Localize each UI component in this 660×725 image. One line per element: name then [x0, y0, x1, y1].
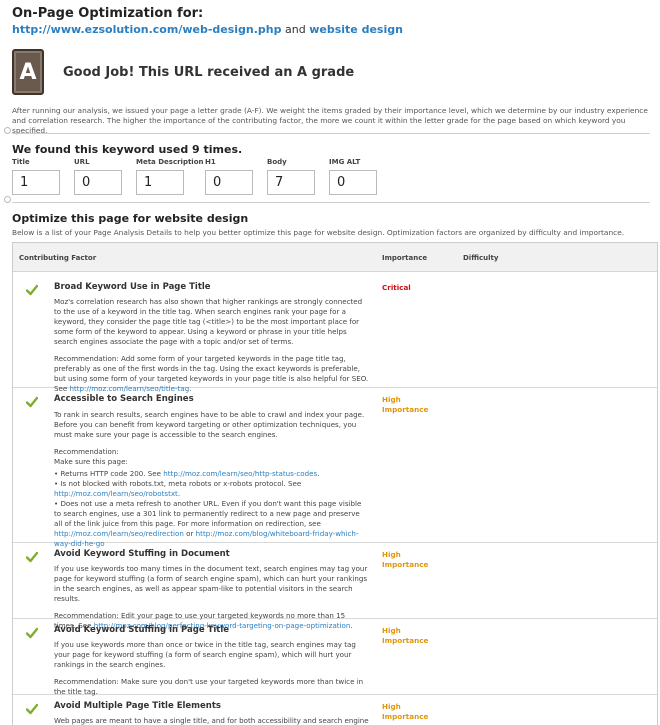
metric-h1: H1 0: [205, 158, 253, 195]
factor-explanation: Moz's correlation research has also show…: [54, 297, 363, 346]
recommendation-list: Returns HTTP code 200. See http://moz.co…: [54, 469, 369, 549]
section-marker-icon: [4, 196, 11, 203]
divider: [12, 202, 650, 203]
table-row[interactable]: Avoid Keyword Stuffing in Page Title Hig…: [13, 619, 657, 696]
list-item: Does not use a meta refresh to another U…: [54, 499, 369, 549]
factor-title: Avoid Keyword Stuffing in Page Title: [54, 625, 230, 635]
importance-label: High Importance: [382, 626, 438, 646]
metric-title: Title 1: [12, 158, 60, 195]
keyword-link[interactable]: website design: [309, 23, 403, 36]
table-row[interactable]: Avoid Multiple Page Title Elements High I…: [13, 695, 657, 725]
and-text: and: [285, 23, 306, 36]
factor-description: Moz's correlation research has also show…: [54, 297, 369, 401]
make-sure-text: Make sure this page:: [54, 457, 128, 466]
metric-value: 1: [12, 170, 60, 195]
importance-level: High: [382, 626, 401, 635]
importance-word: Importance: [382, 636, 429, 645]
grade-badge-icon: A: [12, 49, 44, 95]
grade-message: Good Job! This URL received an A grade: [63, 64, 355, 80]
factor-title: Broad Keyword Use in Page Title: [54, 282, 211, 292]
metric-meta-description: Meta Description 1: [136, 158, 204, 195]
period: .: [317, 469, 320, 478]
importance-label: Critical: [382, 283, 411, 292]
or-text: or: [186, 529, 194, 538]
factor-title: Avoid Keyword Stuffing in Document: [54, 549, 230, 559]
checkmark-icon: [26, 396, 38, 408]
page-url-link[interactable]: http://www.ezsolution.com/web-design.php: [12, 23, 282, 36]
table-row[interactable]: Broad Keyword Use in Page Title Critical…: [13, 272, 657, 393]
bullet-text: Returns HTTP code 200. See: [60, 469, 161, 478]
bullet-link[interactable]: http://moz.com/learn/seo/redirection: [54, 529, 184, 538]
factor-explanation: Web pages are meant to have a single tit…: [54, 716, 369, 725]
factor-title: Accessible to Search Engines: [54, 394, 194, 404]
list-item: Returns HTTP code 200. See http://moz.co…: [54, 469, 369, 479]
importance-word: Importance: [382, 405, 429, 414]
metric-label: Title: [12, 158, 30, 166]
header-links: http://www.ezsolution.com/web-design.php…: [12, 22, 403, 38]
metric-value: 1: [136, 170, 184, 195]
importance-word: Importance: [382, 712, 429, 721]
factor-explanation: If you use keywords too many times in th…: [54, 564, 368, 603]
table-row[interactable]: Avoid Keyword Stuffing in Document High I…: [13, 543, 657, 630]
bullet-link[interactable]: http://moz.com/learn/seo/robotstxt: [54, 489, 178, 498]
importance-label: High Importance: [382, 395, 438, 415]
section-marker-icon: [4, 127, 11, 134]
table-row[interactable]: Accessible to Search Engines High Importa…: [13, 388, 657, 548]
factor-title: Avoid Multiple Page Title Elements: [54, 701, 221, 711]
table-header: Contributing Factor Importance Difficult…: [13, 243, 657, 272]
page-header: On-Page Optimization for: http://www.ezs…: [12, 6, 403, 38]
metric-label: IMG ALT: [329, 158, 361, 166]
metric-label: URL: [74, 158, 90, 166]
checkmark-icon: [26, 703, 38, 715]
checkmark-icon: [26, 284, 38, 296]
importance-level: High: [382, 702, 401, 711]
importance-word: Importance: [382, 560, 429, 569]
bullet-text: Does not use a meta refresh to another U…: [54, 499, 362, 528]
header-importance[interactable]: Importance: [382, 254, 427, 262]
factor-description: To rank in search results, search engine…: [54, 410, 369, 549]
factor-explanation: To rank in search results, search engine…: [54, 410, 365, 439]
factor-recommendation: Recommendation: Make sure you don't use …: [54, 677, 364, 696]
period: .: [177, 489, 181, 498]
metric-value: 0: [205, 170, 253, 195]
factor-description: Web pages are meant to have a single tit…: [54, 716, 369, 725]
keyword-count-title: We found this keyword used 9 times.: [12, 143, 243, 156]
metric-value: 7: [267, 170, 315, 195]
recommendation-heading: Recommendation:: [54, 447, 119, 456]
metric-value: 0: [329, 170, 377, 195]
divider: [12, 133, 650, 134]
importance-level: High: [382, 395, 401, 404]
header-contributing-factor[interactable]: Contributing Factor: [19, 254, 96, 262]
metric-label: Body: [267, 158, 287, 166]
grade-letter: A: [19, 59, 37, 85]
bullet-text: Is not blocked with robots.txt, meta rob…: [60, 479, 302, 488]
optimize-title: Optimize this page for website design: [12, 212, 249, 225]
header-title: On-Page Optimization for:: [12, 6, 204, 21]
optimize-subtitle: Below is a list of your Page Analysis De…: [12, 228, 625, 237]
bullet-link[interactable]: http://moz.com/learn/seo/http-status-cod…: [163, 469, 317, 478]
metric-label: Meta Description: [136, 158, 204, 166]
grade-summary: A Good Job! This URL received an A grade: [12, 46, 354, 98]
metric-value: 0: [74, 170, 122, 195]
list-item: Is not blocked with robots.txt, meta rob…: [54, 479, 369, 499]
checkmark-icon: [26, 551, 38, 563]
importance-label: High Importance: [382, 550, 438, 570]
checkmark-icon: [26, 627, 38, 639]
analysis-table: Contributing Factor Importance Difficult…: [12, 242, 658, 725]
header-difficulty[interactable]: Difficulty: [463, 254, 498, 262]
importance-label: High Importance: [382, 702, 438, 722]
metric-body: Body 7: [267, 158, 315, 195]
importance-level: High: [382, 550, 401, 559]
factor-explanation: If you use keywords more than once or tw…: [54, 640, 356, 669]
grade-intro: After running our analysis, we issued yo…: [12, 106, 648, 135]
metric-img-alt: IMG ALT 0: [329, 158, 377, 195]
metric-label: H1: [205, 158, 216, 166]
metric-url: URL 0: [74, 158, 122, 195]
